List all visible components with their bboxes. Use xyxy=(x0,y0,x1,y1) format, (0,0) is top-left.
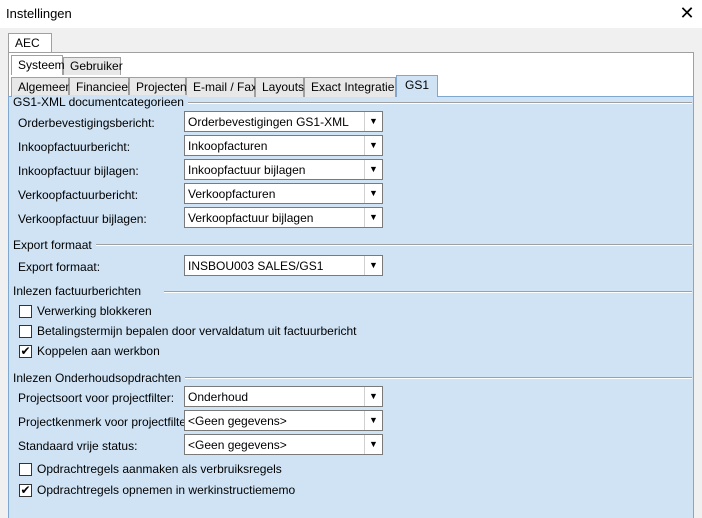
group-divider xyxy=(164,291,692,293)
orderbevestiging-label: Orderbevestigingsbericht: xyxy=(18,116,155,130)
chevron-down-icon[interactable]: ▼ xyxy=(364,112,382,131)
group-divider xyxy=(94,244,692,246)
tab-projecten[interactable]: Projecten xyxy=(129,77,187,97)
select-value: Inkoopfactuur bijlagen xyxy=(188,163,306,177)
chevron-down-icon[interactable]: ▼ xyxy=(364,411,382,430)
tab-gebruiker[interactable]: Gebruiker xyxy=(63,57,123,75)
checkbox[interactable]: ✔ xyxy=(19,344,32,358)
select-value: <Geen gegevens> xyxy=(188,438,287,452)
checkbox-label: Opdrachtregels aanmaken als verbruiksreg… xyxy=(37,462,282,476)
tab-layouts[interactable]: Layouts xyxy=(255,77,304,97)
tab-financieel[interactable]: Financieel xyxy=(69,77,131,97)
chevron-down-icon[interactable]: ▼ xyxy=(364,435,382,454)
group-title-inlezen-factuur: Inlezen factuurberichten xyxy=(13,284,146,298)
inkoopfactuur-label: Inkoopfactuurbericht: xyxy=(18,140,131,154)
tab-systeem[interactable]: Systeem xyxy=(11,55,65,75)
tab-gs1[interactable]: GS1 xyxy=(396,75,438,97)
checkbox[interactable] xyxy=(19,463,32,476)
verkoopfactuur-bijlagen-select[interactable]: Verkoopfactuur bijlagen ▼ xyxy=(184,207,383,228)
chevron-down-icon[interactable]: ▼ xyxy=(364,208,382,227)
checkbox-label: Opdrachtregels opnemen in werkinstructie… xyxy=(37,483,296,497)
projectsoort-select[interactable]: Onderhoud ▼ xyxy=(184,386,383,407)
select-value: Verkoopfactuur bijlagen xyxy=(188,211,314,225)
projectkenmerk-select[interactable]: <Geen gegevens> ▼ xyxy=(184,410,383,431)
checkbox[interactable]: ✔ xyxy=(19,483,32,497)
export-formaat-label: Export formaat: xyxy=(18,260,101,274)
chevron-down-icon[interactable]: ▼ xyxy=(364,136,382,155)
title-bar: Instellingen ✕ xyxy=(0,0,702,28)
verkoopfactuur-select[interactable]: Verkoopfacturen ▼ xyxy=(184,183,383,204)
tab-algemeen[interactable]: Algemeen xyxy=(11,77,72,97)
tab-aec[interactable]: AEC xyxy=(8,33,52,53)
tab-exact-integratie[interactable]: Exact Integratie xyxy=(304,77,396,97)
select-value: Onderhoud xyxy=(188,390,249,404)
projectkenmerk-label: Projectkenmerk voor projectfilter: xyxy=(18,415,194,429)
tab-email-fax[interactable]: E-mail / Fax xyxy=(186,77,257,97)
select-value: Verkoopfacturen xyxy=(188,187,276,201)
checkbox-label: Verwerking blokkeren xyxy=(37,304,152,318)
verkoopfactuur-bijlagen-label: Verkoopfactuur bijlagen: xyxy=(18,212,147,226)
select-value: <Geen gegevens> xyxy=(188,414,287,428)
group-title-doccat: GS1-XML documentcategorieen xyxy=(13,95,188,109)
group-title-export: Export formaat xyxy=(13,238,96,252)
orderbevestiging-select[interactable]: Orderbevestigingen GS1-XML ▼ xyxy=(184,111,383,132)
checkmark-icon: ✔ xyxy=(20,344,31,358)
inkoopfactuur-select[interactable]: Inkoopfacturen ▼ xyxy=(184,135,383,156)
inkoopfactuur-bijlagen-label: Inkoopfactuur bijlagen: xyxy=(18,164,139,178)
group-divider xyxy=(150,102,692,104)
select-value: INSBOU003 SALES/GS1 xyxy=(188,259,324,273)
select-value: Orderbevestigingen GS1-XML xyxy=(188,115,349,129)
verkoopfactuur-label: Verkoopfactuurbericht: xyxy=(18,188,139,202)
group-title-inlezen-onderhoud: Inlezen Onderhoudsopdrachten xyxy=(13,371,186,385)
checkbox[interactable] xyxy=(19,325,32,338)
checkmark-icon: ✔ xyxy=(20,483,31,497)
select-value: Inkoopfacturen xyxy=(188,139,268,153)
checkbox[interactable] xyxy=(19,305,32,318)
checkbox-label: Betalingstermijn bepalen door vervaldatu… xyxy=(37,324,357,338)
group-divider xyxy=(181,377,692,379)
chevron-down-icon[interactable]: ▼ xyxy=(364,387,382,406)
chevron-down-icon[interactable]: ▼ xyxy=(364,160,382,179)
checkbox-label: Koppelen aan werkbon xyxy=(37,344,160,358)
window-title: Instellingen xyxy=(6,6,72,21)
vrije-status-label: Standaard vrije status: xyxy=(18,439,138,453)
close-icon[interactable]: ✕ xyxy=(672,0,702,28)
inkoopfactuur-bijlagen-select[interactable]: Inkoopfactuur bijlagen ▼ xyxy=(184,159,383,180)
export-formaat-select[interactable]: INSBOU003 SALES/GS1 ▼ xyxy=(184,255,383,276)
chevron-down-icon[interactable]: ▼ xyxy=(364,184,382,203)
vrije-status-select[interactable]: <Geen gegevens> ▼ xyxy=(184,434,383,455)
chevron-down-icon[interactable]: ▼ xyxy=(364,256,382,275)
projectsoort-label: Projectsoort voor projectfilter: xyxy=(18,391,175,405)
